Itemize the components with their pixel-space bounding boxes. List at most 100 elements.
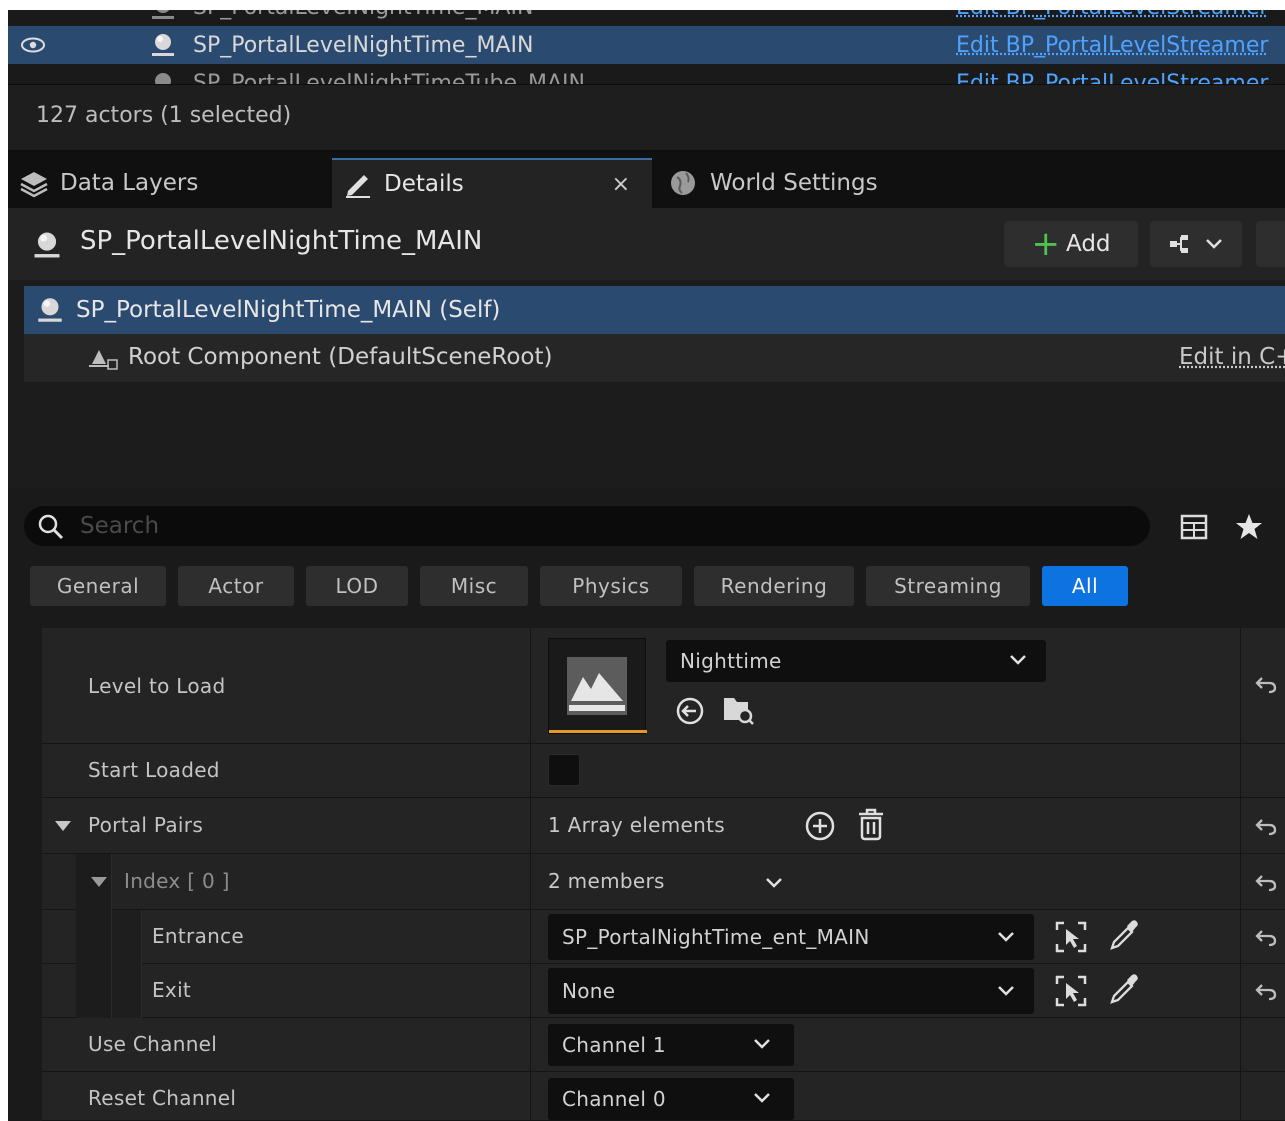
overflow-button[interactable] <box>1256 221 1285 267</box>
tab-data-layers[interactable]: Data Layers <box>18 158 330 208</box>
outliner-edit-link[interactable]: Edit BP_PortalLevelStreamer <box>956 10 1268 20</box>
browse-folder-icon[interactable] <box>722 694 756 726</box>
chevron-down-icon[interactable] <box>764 876 784 890</box>
outliner-row-label: SP_PortalLevelNightTime_MAIN <box>193 10 533 20</box>
actor-icon <box>152 10 174 19</box>
property-row-portal-pairs[interactable]: Portal Pairs 1 Array elements <box>42 798 1285 854</box>
layers-icon <box>20 172 48 198</box>
property-label: Entrance <box>152 924 245 948</box>
column-divider <box>1240 798 1241 853</box>
actor-icon <box>152 34 174 56</box>
column-divider <box>530 910 531 963</box>
search-box <box>24 506 1150 546</box>
globe-icon <box>671 171 695 195</box>
actor-name: SP_PortalLevelNightTime_MAIN <box>80 226 483 256</box>
property-label: Level to Load <box>88 674 226 698</box>
exit-actor-select[interactable]: None <box>548 968 1034 1014</box>
property-label: Use Channel <box>88 1032 218 1056</box>
chevron-down-icon <box>754 1093 770 1103</box>
add-component-button[interactable]: + Add <box>1004 221 1138 267</box>
reset-arrow-icon[interactable] <box>1254 674 1278 696</box>
property-row-start-loaded: Start Loaded <box>42 744 1285 798</box>
column-divider <box>1240 910 1241 963</box>
property-label: Exit <box>152 978 192 1002</box>
filter-general[interactable]: General <box>30 566 166 606</box>
tab-world-settings[interactable]: World Settings <box>668 158 968 208</box>
details-panel-window: SP_PortalLevelNightTime_MAIN Edit BP_Por… <box>8 10 1285 1121</box>
filter-physics[interactable]: Physics <box>540 566 682 606</box>
filter-streaming[interactable]: Streaming <box>866 566 1030 606</box>
blueprint-icon <box>1170 235 1188 253</box>
level-select-value: Nighttime <box>680 649 782 673</box>
actor-icon <box>34 232 60 258</box>
reset-arrow-icon[interactable] <box>1254 872 1278 894</box>
filter-actor[interactable]: Actor <box>178 566 294 606</box>
eyedropper-icon[interactable] <box>1108 918 1140 952</box>
select-in-viewport-icon[interactable] <box>1054 974 1088 1008</box>
tab-details[interactable]: Details × <box>332 158 652 208</box>
expand-arrow-icon[interactable] <box>90 876 108 888</box>
indent-guide <box>112 964 142 1018</box>
add-element-icon[interactable] <box>804 810 836 842</box>
tab-label: Data Layers <box>60 170 199 196</box>
property-row-entrance: Entrance SP_PortalNightTime_ent_MAIN <box>42 910 1285 964</box>
column-divider <box>530 964 531 1017</box>
trash-icon[interactable] <box>856 808 886 842</box>
filter-rendering[interactable]: Rendering <box>694 566 854 606</box>
component-root-row[interactable]: Root Component (DefaultSceneRoot) Edit i… <box>24 334 1285 382</box>
indent-guide <box>76 910 112 964</box>
outliner-row[interactable]: SP_PortalLevelNightTimeTube_MAIN Edit BP… <box>8 64 1285 84</box>
blueprint-options-button[interactable] <box>1150 221 1242 267</box>
reset-arrow-icon[interactable] <box>1254 927 1278 949</box>
column-divider <box>1240 1072 1241 1120</box>
favorites-star-icon[interactable] <box>1234 512 1264 542</box>
property-row-index-0[interactable]: Index [ 0 ] 2 members <box>42 854 1285 910</box>
chevron-down-icon <box>754 1039 770 1049</box>
asset-type-bar <box>549 730 647 733</box>
use-selected-asset-icon[interactable] <box>674 696 706 726</box>
table-view-icon[interactable] <box>1180 514 1208 540</box>
property-label: Index [ 0 ] <box>124 869 230 893</box>
filter-misc[interactable]: Misc <box>420 566 528 606</box>
start-loaded-checkbox[interactable] <box>548 754 580 786</box>
expand-arrow-icon[interactable] <box>54 820 72 832</box>
component-self-row[interactable]: SP_PortalLevelNightTime_MAIN (Self) <box>24 286 1285 334</box>
level-select[interactable]: Nighttime <box>666 640 1046 682</box>
details-search-area: General Actor LOD Misc Physics Rendering… <box>8 488 1285 628</box>
property-label: Portal Pairs <box>88 813 204 837</box>
reset-channel-select[interactable]: Channel 0 <box>548 1078 794 1120</box>
reset-channel-value: Channel 0 <box>562 1087 666 1111</box>
reset-arrow-icon[interactable] <box>1254 816 1278 838</box>
column-divider <box>1240 1018 1241 1071</box>
outliner-row-label: SP_PortalLevelNightTime_MAIN <box>193 32 534 58</box>
chevron-down-icon <box>998 986 1014 996</box>
filter-lod[interactable]: LOD <box>306 566 408 606</box>
outliner-row[interactable]: SP_PortalLevelNightTime_MAIN Edit BP_Por… <box>8 10 1285 26</box>
column-divider <box>530 744 531 797</box>
outliner-edit-link[interactable]: Edit BP_PortalLevelStreamer <box>956 71 1268 85</box>
outliner-edit-link[interactable]: Edit BP_PortalLevelStreamer <box>956 33 1268 58</box>
search-icon <box>38 514 64 540</box>
filter-all[interactable]: All <box>1042 566 1128 606</box>
select-in-viewport-icon[interactable] <box>1054 920 1088 954</box>
level-thumbnail[interactable] <box>548 638 647 734</box>
outliner-row-selected[interactable]: SP_PortalLevelNightTime_MAIN Edit BP_Por… <box>8 26 1285 64</box>
add-label: Add <box>1065 231 1111 257</box>
close-tab-icon[interactable]: × <box>612 172 630 197</box>
world-outliner: SP_PortalLevelNightTime_MAIN Edit BP_Por… <box>8 10 1285 84</box>
visibility-eye-icon[interactable] <box>20 37 46 53</box>
level-asset-icon <box>567 657 627 715</box>
property-row-exit: Exit None <box>42 964 1285 1018</box>
use-channel-select[interactable]: Channel 1 <box>548 1024 794 1066</box>
property-grid: Level to Load Nighttime Start Loaded Por… <box>8 628 1285 1121</box>
entrance-actor-select[interactable]: SP_PortalNightTime_ent_MAIN <box>548 914 1034 960</box>
eyedropper-icon[interactable] <box>1108 972 1140 1006</box>
pencil-icon <box>346 175 370 198</box>
reset-arrow-icon[interactable] <box>1254 981 1278 1003</box>
component-root-label: Root Component (DefaultSceneRoot) <box>128 344 553 370</box>
indent-guide <box>112 910 142 964</box>
search-input[interactable] <box>80 506 1140 546</box>
chevron-down-icon <box>1206 239 1222 249</box>
property-label: Start Loaded <box>88 758 220 782</box>
edit-in-cpp-link[interactable]: Edit in C++ <box>1179 344 1285 370</box>
